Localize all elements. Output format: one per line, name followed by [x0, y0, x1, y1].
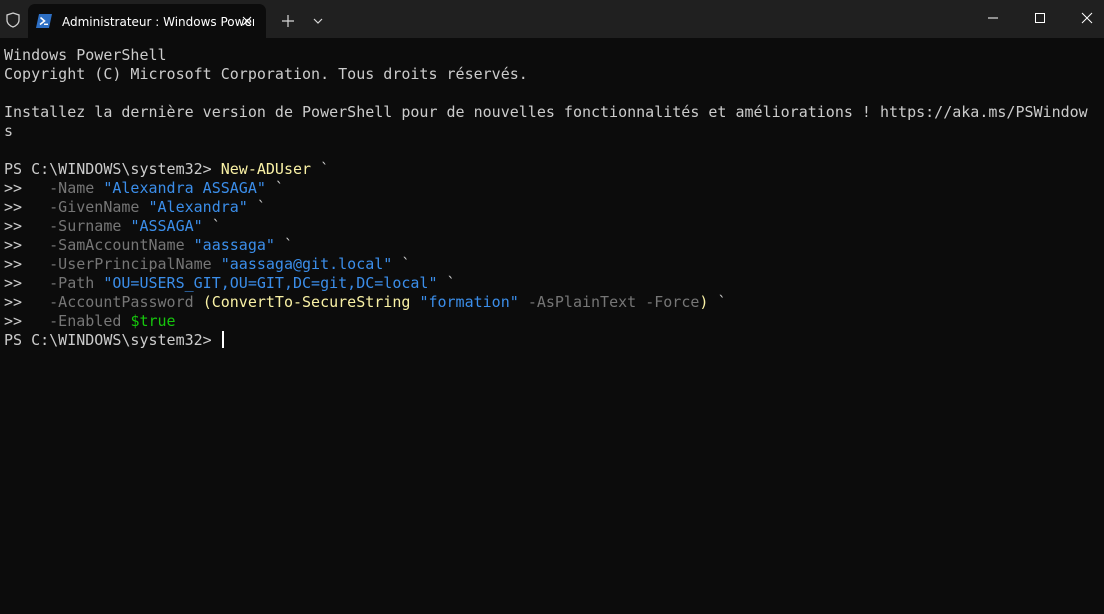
line-continuation: ` — [708, 293, 727, 311]
continuation-prompt: >> — [4, 293, 50, 311]
tab-title: Administrateur : Windows PowerShell — [62, 15, 254, 29]
continuation-prompt: >> — [4, 198, 50, 216]
powershell-icon — [36, 14, 52, 28]
plaintext-switch: -AsPlainText — [527, 293, 637, 311]
close-window-icon — [1081, 12, 1093, 24]
plus-icon[interactable] — [278, 11, 298, 31]
paren-open: ( — [202, 293, 212, 311]
continuation-prompt: >> — [4, 274, 50, 292]
param-name: -UserPrincipalName — [49, 255, 212, 273]
header-line: Windows PowerShell — [4, 46, 167, 64]
shield-icon — [5, 12, 21, 28]
maximize-icon — [1035, 13, 1045, 23]
line-continuation: ` — [265, 179, 284, 197]
continuation-prompt: >> — [4, 217, 50, 235]
line-continuation: ` — [311, 160, 330, 178]
chevron-down-icon[interactable] — [309, 12, 327, 30]
param-line: >> -UserPrincipalName "aassaga@git.local… — [4, 255, 1100, 274]
param-name: -AccountPassword — [49, 293, 194, 311]
param-line: >> -SamAccountName "aassaga" ` — [4, 236, 1100, 255]
enabled-line: >> -Enabled $true — [4, 312, 1100, 331]
minimize-button[interactable] — [970, 0, 1016, 36]
param-name: -Enabled — [49, 312, 122, 330]
upgrade-line-wrap: s — [4, 122, 14, 140]
param-name: -Name — [49, 179, 95, 197]
param-line: >> -Path "OU=USERS_GIT,OU=GIT,DC=git,DC=… — [4, 274, 1100, 293]
copyright-line: Copyright (C) Microsoft Corporation. Tou… — [4, 65, 528, 83]
param-value: "Alexandra ASSAGA" — [103, 179, 266, 197]
tab-powershell[interactable]: Administrateur : Windows PowerShell — [28, 4, 266, 38]
param-value: "aassaga" — [193, 236, 275, 254]
param-value: "ASSAGA" — [130, 217, 203, 235]
line-continuation: ` — [274, 236, 293, 254]
close-window-button[interactable] — [1064, 0, 1104, 36]
password-line: >> -AccountPassword (ConvertTo-SecureStr… — [4, 293, 1100, 312]
close-icon[interactable] — [238, 12, 256, 30]
param-name: -Surname — [49, 217, 122, 235]
terminal-output[interactable]: Windows PowerShell Copyright (C) Microso… — [4, 46, 1100, 608]
param-line: >> -Surname "ASSAGA" ` — [4, 217, 1100, 236]
password-value: "formation" — [419, 293, 519, 311]
continuation-prompt: >> — [4, 236, 50, 254]
continuation-prompt: >> — [4, 312, 50, 330]
final-prompt-line: PS C:\WINDOWS\system32> — [4, 331, 1100, 350]
param-value: "Alexandra" — [148, 198, 248, 216]
prompt: PS C:\WINDOWS\system32> — [4, 160, 221, 178]
param-line: >> -Name "Alexandra ASSAGA" ` — [4, 179, 1100, 198]
line-continuation: ` — [437, 274, 456, 292]
prompt: PS C:\WINDOWS\system32> — [4, 331, 221, 349]
param-value: "OU=USERS_GIT,OU=GIT,DC=git,DC=local" — [103, 274, 438, 292]
convert-command: ConvertTo-SecureString — [211, 293, 411, 311]
param-name: -Path — [49, 274, 95, 292]
maximize-button[interactable] — [1017, 0, 1063, 36]
param-name: -GivenName — [49, 198, 140, 216]
upgrade-line: Installez la dernière version de PowerSh… — [4, 103, 1088, 121]
param-line: >> -GivenName "Alexandra" ` — [4, 198, 1100, 217]
minimize-icon — [988, 17, 998, 19]
variable-value: $true — [130, 312, 176, 330]
param-value: "aassaga@git.local" — [220, 255, 393, 273]
command-name: New-ADUser — [220, 160, 312, 178]
continuation-prompt: >> — [4, 179, 50, 197]
force-switch: -Force — [645, 293, 700, 311]
continuation-prompt: >> — [4, 255, 50, 273]
line-continuation: ` — [247, 198, 266, 216]
title-bar: Administrateur : Windows PowerShell — [0, 0, 1104, 38]
text-cursor — [221, 331, 224, 348]
line-continuation: ` — [202, 217, 221, 235]
param-name: -SamAccountName — [49, 236, 185, 254]
command-line: PS C:\WINDOWS\system32> New-ADUser ` — [4, 160, 1100, 179]
line-continuation: ` — [392, 255, 411, 273]
